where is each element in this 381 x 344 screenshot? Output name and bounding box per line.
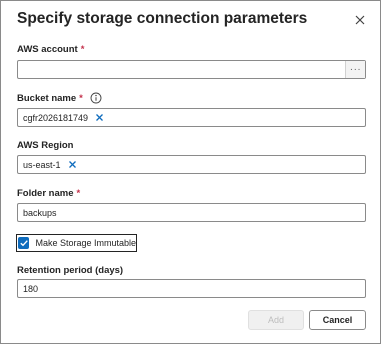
required-mark: * (79, 93, 83, 104)
info-icon[interactable] (90, 92, 102, 104)
cancel-button[interactable]: Cancel (309, 310, 366, 330)
storage-connection-dialog: Specify storage connection parameters AW… (0, 0, 381, 344)
make-storage-immutable-label: Make Storage Immutable (35, 238, 136, 248)
close-icon (355, 15, 365, 25)
required-mark: * (80, 44, 85, 55)
aws-region-clear-button[interactable] (68, 160, 77, 169)
clear-icon (96, 114, 104, 121)
retention-period-label: Retention period (days) (17, 265, 124, 276)
folder-name-field[interactable]: backups (17, 203, 366, 222)
folder-name-value: backups (23, 207, 57, 218)
make-storage-immutable-checkbox-row[interactable]: Make Storage Immutable (16, 234, 137, 252)
aws-account-field[interactable]: ··· (17, 60, 366, 79)
checkmark-icon (20, 240, 28, 247)
bucket-name-label: Bucket name * (17, 93, 83, 104)
aws-account-browse-button[interactable]: ··· (345, 61, 365, 78)
aws-region-value: us-east-1 (23, 159, 61, 170)
make-storage-immutable-checkbox[interactable] (18, 237, 30, 249)
bucket-name-value: cgfr2026181749 (23, 112, 89, 123)
clear-icon (68, 161, 76, 168)
bucket-name-field[interactable]: cgfr2026181749 (17, 108, 366, 127)
close-button[interactable] (353, 13, 367, 27)
aws-account-label: AWS account * (17, 44, 85, 55)
add-button[interactable]: Add (248, 310, 304, 330)
dialog-title: Specify storage connection parameters (17, 10, 308, 27)
bucket-name-clear-button[interactable] (95, 113, 104, 122)
retention-period-field[interactable]: 180 (17, 279, 366, 298)
folder-name-label: Folder name * (17, 188, 81, 199)
required-mark: * (76, 188, 81, 199)
aws-region-field[interactable]: us-east-1 (17, 155, 366, 174)
retention-period-value: 180 (23, 283, 39, 294)
aws-region-label: AWS Region (17, 140, 74, 151)
